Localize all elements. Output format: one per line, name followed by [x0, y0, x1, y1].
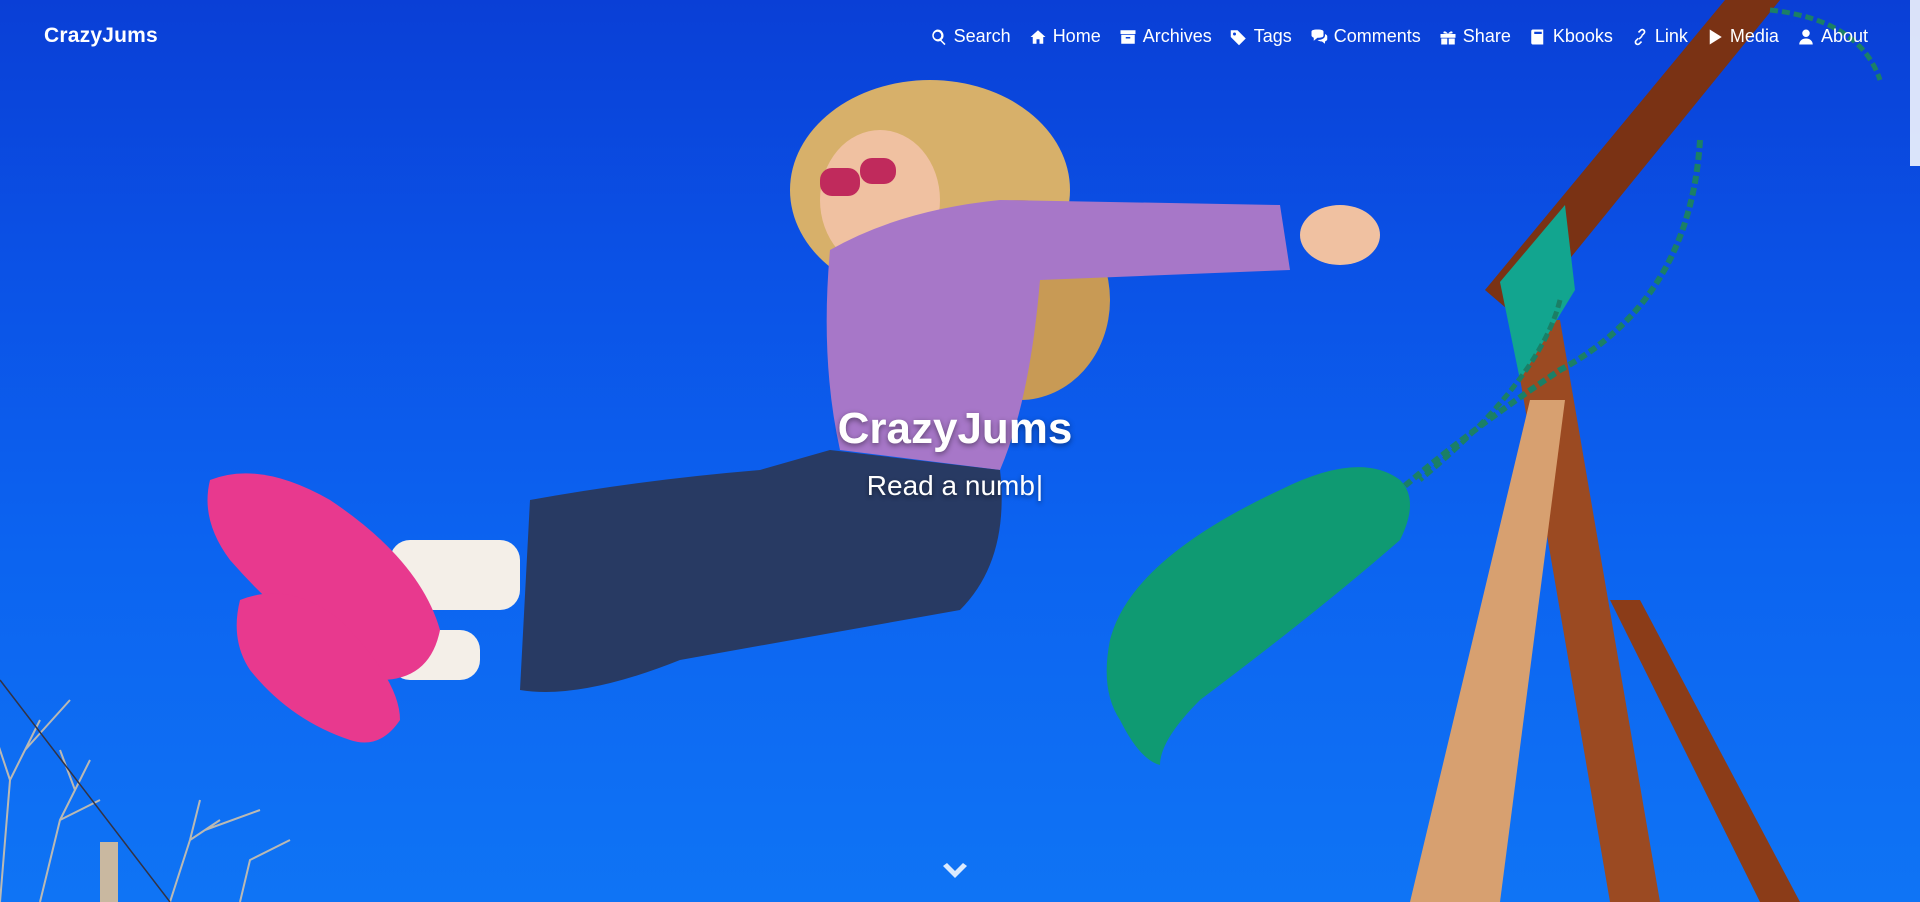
chevron-down-icon	[943, 863, 967, 878]
nav-item-label: Media	[1729, 26, 1779, 46]
nav-item-link[interactable]: Link	[1631, 26, 1688, 47]
nav-item-label: About	[1820, 26, 1868, 46]
nav-item-label: Kbooks	[1552, 26, 1613, 46]
archive-icon	[1120, 29, 1136, 44]
scrollbar-thumb[interactable]	[1910, 0, 1920, 166]
nav-menu: Search Home Archives Tags Comments Share	[930, 26, 1868, 47]
top-navigation: CrazyJums Search Home Archives Tags Comm…	[0, 0, 1920, 76]
bare-tree-branches	[0, 699, 291, 902]
nav-item-label: Comments	[1333, 26, 1421, 46]
nav-item-comments[interactable]: Comments	[1310, 26, 1421, 47]
nav-item-label: Tags	[1253, 26, 1292, 46]
home-icon	[1030, 29, 1046, 44]
nav-item-home[interactable]: Home	[1029, 26, 1101, 47]
nav-item-media[interactable]: Media	[1706, 26, 1779, 47]
site-brand-link[interactable]: CrazyJums	[44, 24, 158, 48]
book-icon	[1531, 29, 1544, 44]
nav-item-label: Share	[1462, 26, 1511, 46]
site-heading: CrazyJums	[837, 404, 1073, 453]
search-icon	[931, 28, 946, 45]
nav-item-search[interactable]: Search	[930, 26, 1011, 47]
link-icon	[1634, 28, 1646, 45]
nav-item-label: Link	[1654, 26, 1688, 46]
nav-item-label: Search	[953, 26, 1011, 46]
user-icon	[1799, 29, 1813, 44]
pole	[100, 842, 118, 902]
play-icon	[1709, 29, 1722, 44]
gift-icon	[1440, 30, 1456, 44]
nav-item-label: Home	[1052, 26, 1101, 46]
page: CrazyJums Search Home Archives Tags Comm…	[0, 0, 1920, 902]
swing-seat	[1106, 467, 1410, 765]
nav-item-about[interactable]: About	[1797, 26, 1868, 47]
nav-item-label: Archives	[1142, 26, 1212, 46]
scroll-down-button[interactable]	[941, 862, 969, 882]
nav-item-archives[interactable]: Archives	[1119, 26, 1212, 47]
tags-icon	[1230, 29, 1246, 45]
nav-item-share[interactable]: Share	[1439, 26, 1511, 47]
comments-icon	[1311, 29, 1328, 44]
nav-item-tags[interactable]: Tags	[1230, 26, 1292, 47]
typing-subheading: Read a numb|	[0, 470, 1910, 502]
typing-text: Read a numb	[866, 470, 1035, 501]
power-line	[0, 679, 171, 902]
typing-cursor: |	[1035, 470, 1044, 501]
nav-item-kbooks[interactable]: Kbooks	[1529, 26, 1613, 47]
